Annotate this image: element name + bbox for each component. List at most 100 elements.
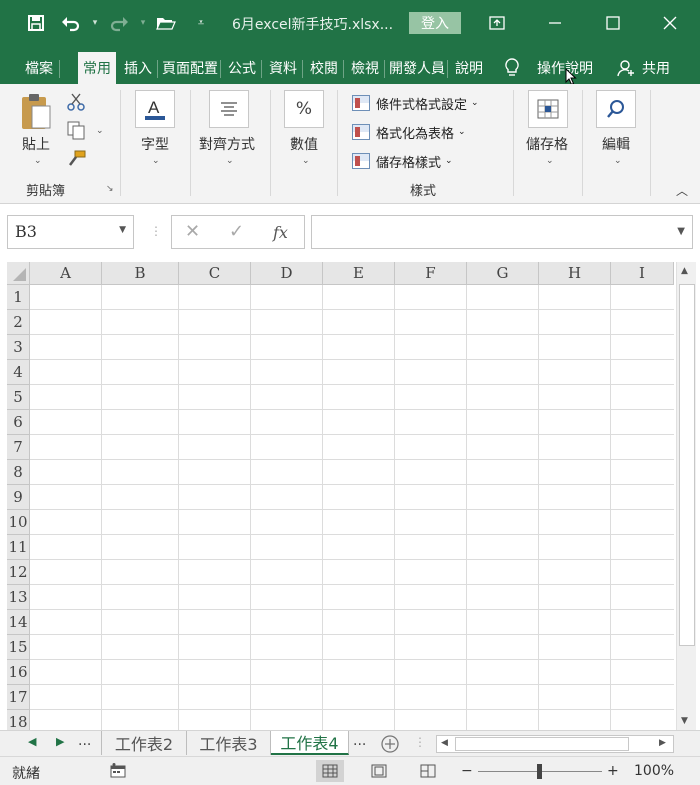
name-box[interactable]: B3 ▼ (7, 215, 134, 249)
sheets-ellipsis-right[interactable]: ... (353, 733, 366, 749)
tab-page-layout[interactable]: 頁面配置 (159, 52, 221, 84)
number-label[interactable]: 數值 (290, 134, 318, 154)
login-button[interactable]: 登入 (409, 12, 461, 34)
vertical-scrollbar[interactable]: ▲ ▼ (676, 262, 696, 730)
number-dropdown-icon[interactable]: ⌄ (302, 156, 310, 166)
tab-insert[interactable]: 插入 (118, 52, 158, 84)
zoom-in-icon[interactable]: + (607, 763, 619, 779)
maximize-icon[interactable] (593, 8, 633, 38)
cells-dropdown-icon[interactable]: ⌄ (546, 156, 554, 166)
column-header[interactable]: B (102, 262, 179, 285)
scroll-right-icon[interactable]: ▶ (659, 738, 666, 748)
alignment-dropdown-icon[interactable]: ⌄ (226, 156, 234, 166)
chevron-down-icon[interactable]: ▼ (119, 225, 126, 235)
font-dropdown-icon[interactable]: ⌄ (152, 156, 160, 166)
format-as-table-button[interactable]: 格式化為表格 ⌄ (352, 121, 466, 143)
zoom-level[interactable]: 100% (634, 763, 674, 779)
format-painter-icon[interactable] (66, 150, 86, 172)
row-header[interactable]: 16 (7, 660, 30, 685)
scroll-down-icon[interactable]: ▼ (681, 716, 688, 726)
tab-help[interactable]: 說明 (449, 52, 489, 84)
zoom-slider-thumb[interactable] (537, 764, 542, 779)
macro-record-icon[interactable] (110, 763, 126, 783)
clipboard-launcher-icon[interactable]: ↘ (106, 184, 114, 194)
font-label[interactable]: 字型 (141, 134, 169, 154)
row-header[interactable]: 4 (7, 360, 30, 385)
tab-file[interactable]: 檔案 (18, 52, 60, 84)
vertical-scroll-thumb[interactable] (679, 284, 695, 646)
alignment-button[interactable] (209, 90, 249, 128)
redo-icon[interactable] (108, 12, 130, 34)
formula-bar-grip-icon[interactable]: ⋮ (150, 224, 162, 238)
page-break-preview-icon[interactable] (414, 760, 442, 782)
expand-formula-icon[interactable]: ▼ (677, 226, 685, 237)
row-header[interactable]: 3 (7, 335, 30, 360)
undo-icon[interactable] (60, 12, 82, 34)
tab-home[interactable]: 常用 (78, 52, 116, 84)
scroll-up-icon[interactable]: ▲ (681, 266, 688, 276)
row-header[interactable]: 6 (7, 410, 30, 435)
sheet-tab[interactable]: 工作表2 (102, 731, 187, 755)
horizontal-scrollbar[interactable]: ◀ ▶ (436, 735, 674, 753)
cancel-icon[interactable]: ✕ (185, 221, 200, 242)
paste-button[interactable]: 貼上 (22, 134, 50, 154)
editing-label[interactable]: 編輯 (602, 134, 630, 154)
row-header[interactable]: 10 (7, 510, 30, 535)
row-header[interactable]: 1 (7, 285, 30, 310)
prev-sheet-icon[interactable]: ◀ (28, 735, 36, 748)
formula-input[interactable]: ▼ (311, 215, 693, 249)
column-header[interactable]: D (251, 262, 323, 285)
sheets-ellipsis-left[interactable]: ... (78, 733, 91, 749)
scroll-left-icon[interactable]: ◀ (441, 738, 448, 748)
row-header[interactable]: 2 (7, 310, 30, 335)
paste-icon[interactable] (20, 92, 52, 136)
ribbon-display-options-icon[interactable] (477, 8, 517, 38)
percent-icon[interactable]: % (284, 90, 324, 128)
normal-view-icon[interactable] (316, 760, 344, 782)
row-header[interactable]: 17 (7, 685, 30, 710)
column-header[interactable]: H (539, 262, 611, 285)
next-sheet-icon[interactable]: ▶ (56, 735, 64, 748)
cell-styles-button[interactable]: 儲存格樣式 ⌄ (352, 150, 453, 172)
horizontal-scroll-thumb[interactable] (455, 737, 629, 751)
editing-dropdown-icon[interactable]: ⌄ (614, 156, 622, 166)
enter-check-icon[interactable]: ✓ (229, 221, 244, 242)
row-header[interactable]: 5 (7, 385, 30, 410)
minimize-icon[interactable] (535, 8, 575, 38)
cells-button[interactable] (528, 90, 568, 128)
row-header[interactable]: 7 (7, 435, 30, 460)
row-header[interactable]: 11 (7, 535, 30, 560)
redo-dropdown-icon[interactable]: ▾ (132, 12, 154, 34)
cut-icon[interactable] (66, 92, 86, 116)
lightbulb-icon[interactable] (497, 52, 527, 84)
row-header[interactable]: 12 (7, 560, 30, 585)
column-header[interactable]: F (395, 262, 467, 285)
tab-formulas[interactable]: 公式 (222, 52, 262, 84)
column-header[interactable]: I (611, 262, 674, 285)
open-folder-icon[interactable] (155, 12, 177, 34)
font-button[interactable]: A (135, 90, 175, 128)
column-header[interactable]: A (30, 262, 102, 285)
row-header[interactable]: 18 (7, 710, 30, 730)
undo-dropdown-icon[interactable]: ▾ (84, 12, 106, 34)
tab-data[interactable]: 資料 (263, 52, 303, 84)
sheet-tab[interactable]: 工作表3 (187, 731, 271, 755)
tab-developer[interactable]: 開發人員 (386, 52, 448, 84)
row-header[interactable]: 14 (7, 610, 30, 635)
collapse-ribbon-icon[interactable]: ︿ (676, 182, 688, 199)
row-header[interactable]: 13 (7, 585, 30, 610)
row-header[interactable]: 8 (7, 460, 30, 485)
save-icon[interactable] (25, 12, 47, 34)
copy-dropdown-icon[interactable]: ⌄ (96, 126, 104, 136)
row-header[interactable]: 9 (7, 485, 30, 510)
tab-review[interactable]: 校閱 (304, 52, 344, 84)
column-header[interactable]: G (467, 262, 539, 285)
column-header[interactable]: E (323, 262, 395, 285)
insert-function-icon[interactable]: fx (273, 223, 288, 242)
add-sheet-icon[interactable] (380, 734, 400, 758)
search-icon[interactable] (596, 90, 636, 128)
conditional-formatting-button[interactable]: 條件式格式設定 ⌄ (352, 92, 479, 114)
cell-area[interactable] (30, 285, 674, 730)
row-header[interactable]: 15 (7, 635, 30, 660)
split-grip-icon[interactable]: ⋮ (414, 735, 426, 749)
